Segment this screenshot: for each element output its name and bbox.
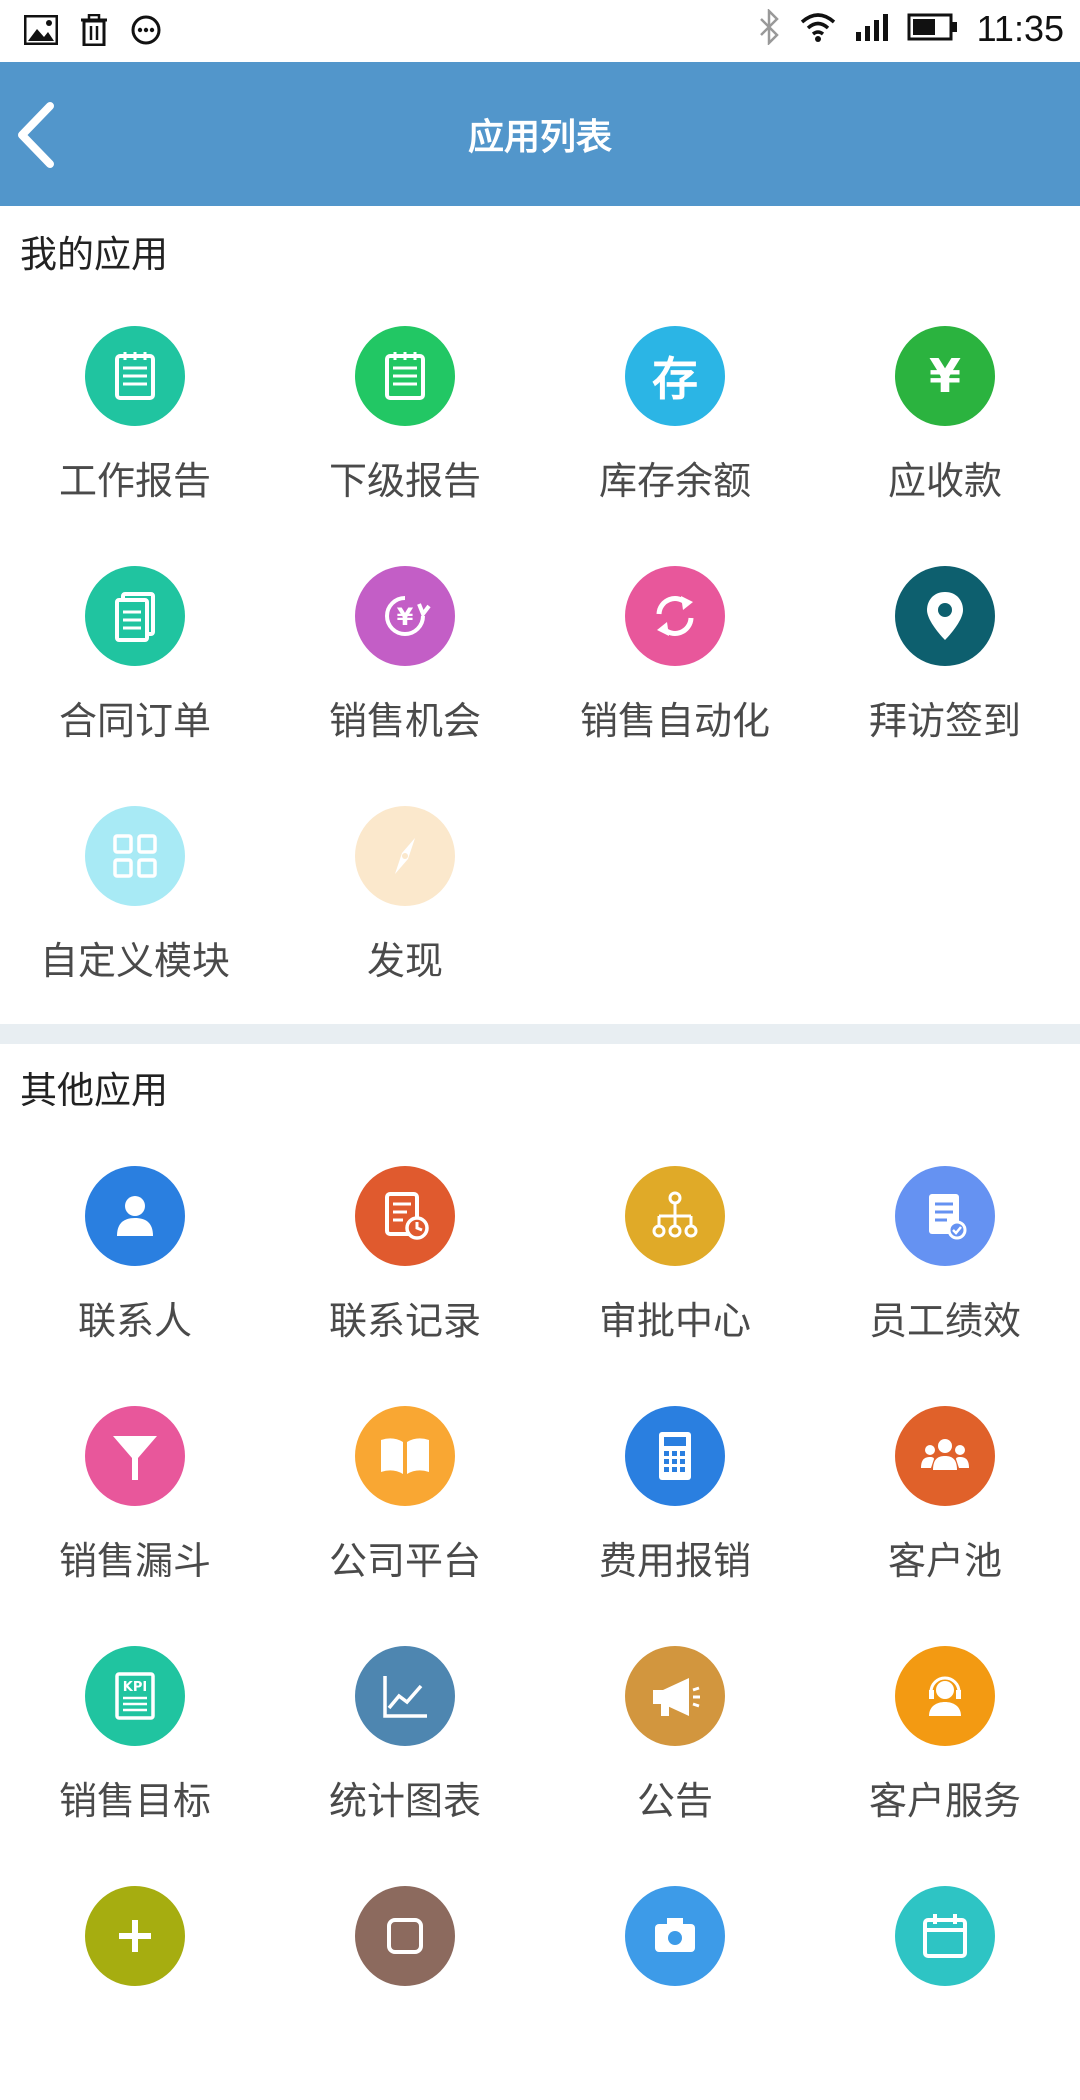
- app-tile-app[interactable]: [270, 1860, 540, 2100]
- inventory-icon: 存: [625, 326, 725, 426]
- section-title-other-apps: 其他应用: [20, 1069, 168, 1112]
- app-tile-refresh[interactable]: 销售自动化: [540, 540, 810, 780]
- performance-icon: [895, 1166, 995, 1266]
- app-tile-document[interactable]: 合同订单: [0, 540, 270, 780]
- app-label: 库存余额: [598, 459, 751, 503]
- app-label: 统计图表: [328, 1779, 481, 1823]
- app-tile-inventory[interactable]: 存库存余额: [540, 300, 810, 540]
- app-label: 审批中心: [598, 1299, 751, 1343]
- yen-icon: ¥: [895, 326, 995, 426]
- status-bar: 11:35: [0, 0, 1080, 62]
- app-tile-yen-cycle[interactable]: ¥ 销售机会: [270, 540, 540, 780]
- app-tile-group[interactable]: 客户池: [810, 1380, 1080, 1620]
- app-label: 工作报告: [58, 459, 211, 503]
- page-title: 应用列表: [467, 117, 612, 158]
- app-tile-line-chart[interactable]: 统计图表: [270, 1620, 540, 1860]
- report-icon: [85, 326, 185, 426]
- group-icon: [895, 1406, 995, 1506]
- app-label: 销售漏斗: [58, 1539, 211, 1583]
- app-label: 销售目标: [58, 1779, 211, 1823]
- line-chart-icon: [355, 1646, 455, 1746]
- app-tile-person[interactable]: 联系人: [0, 1140, 270, 1380]
- app-tile-grid[interactable]: 自定义模块: [0, 780, 270, 1020]
- nav-bar: 应用列表: [0, 62, 1080, 206]
- add-icon: [85, 1886, 185, 1986]
- app-tile-report[interactable]: 下级报告: [270, 300, 540, 540]
- app-label: 合同订单: [58, 699, 211, 743]
- compass-icon: [355, 806, 455, 906]
- app-label: 销售自动化: [579, 699, 770, 743]
- refresh-icon: [625, 566, 725, 666]
- app-tile-book[interactable]: 公司平台: [270, 1380, 540, 1620]
- more-dots-icon: [130, 14, 162, 50]
- app-icon: [355, 1886, 455, 1986]
- bluetooth-icon: [757, 7, 781, 49]
- wifi-icon: [799, 12, 837, 46]
- app-label: 发现: [366, 939, 443, 983]
- person-icon: [85, 1166, 185, 1266]
- camera-icon: [625, 1886, 725, 1986]
- app-label: 客户服务: [868, 1779, 1021, 1823]
- app-tile-compass[interactable]: 发现: [270, 780, 540, 1020]
- app-label: 联系记录: [328, 1299, 481, 1343]
- icon-glyph: 存: [652, 352, 698, 406]
- book-icon: [355, 1406, 455, 1506]
- svg-text:KPI: KPI: [123, 1680, 147, 1695]
- app-tile-location-pin[interactable]: 拜访签到: [810, 540, 1080, 780]
- app-tile-report[interactable]: 工作报告: [0, 300, 270, 540]
- app-label: 公司平台: [328, 1539, 481, 1583]
- status-time: 11:35: [976, 8, 1064, 49]
- app-tile-record-clock[interactable]: 联系记录: [270, 1140, 540, 1380]
- calendar-icon: [895, 1886, 995, 1986]
- report-icon: [355, 326, 455, 426]
- image-icon: [23, 14, 59, 49]
- svg-text:¥: ¥: [397, 603, 414, 631]
- app-label: 自定义模块: [39, 939, 230, 983]
- app-label: 拜访签到: [868, 699, 1021, 743]
- support-agent-icon: [895, 1646, 995, 1746]
- funnel-icon: [85, 1406, 185, 1506]
- app-tile-megaphone[interactable]: 公告: [540, 1620, 810, 1860]
- app-label: 员工绩效: [868, 1299, 1021, 1343]
- app-tile-kpi[interactable]: KPI 销售目标: [0, 1620, 270, 1860]
- trash-icon: [80, 13, 108, 50]
- app-label: 费用报销: [598, 1539, 751, 1583]
- app-tile-support-agent[interactable]: 客户服务: [810, 1620, 1080, 1860]
- yen-cycle-icon: ¥: [355, 566, 455, 666]
- app-label: 公告: [636, 1779, 713, 1823]
- megaphone-icon: [625, 1646, 725, 1746]
- app-label: 联系人: [77, 1299, 192, 1343]
- app-tile-yen[interactable]: ¥ 应收款: [810, 300, 1080, 540]
- app-label: 销售机会: [328, 699, 481, 743]
- signal-icon: [855, 12, 889, 46]
- grid-icon: [85, 806, 185, 906]
- app-tile-org-tree[interactable]: 审批中心: [540, 1140, 810, 1380]
- location-pin-icon: [895, 566, 995, 666]
- app-tile-funnel[interactable]: 销售漏斗: [0, 1380, 270, 1620]
- app-tile-camera[interactable]: [540, 1860, 810, 2100]
- app-tile-calculator[interactable]: 费用报销: [540, 1380, 810, 1620]
- battery-icon: [907, 12, 959, 46]
- section-title-my-apps: 我的应用: [20, 233, 168, 276]
- app-label: 客户池: [887, 1539, 1002, 1583]
- app-tile-performance[interactable]: 员工绩效: [810, 1140, 1080, 1380]
- record-clock-icon: [355, 1166, 455, 1266]
- section-divider: [0, 1024, 1080, 1044]
- calculator-icon: [625, 1406, 725, 1506]
- app-tile-calendar[interactable]: [810, 1860, 1080, 2100]
- kpi-icon: KPI: [85, 1646, 185, 1746]
- app-label: 下级报告: [328, 459, 481, 503]
- app-tile-add[interactable]: [0, 1860, 270, 2100]
- icon-glyph: ¥: [928, 349, 961, 403]
- document-icon: [85, 566, 185, 666]
- app-label: 应收款: [887, 459, 1002, 503]
- org-tree-icon: [625, 1166, 725, 1266]
